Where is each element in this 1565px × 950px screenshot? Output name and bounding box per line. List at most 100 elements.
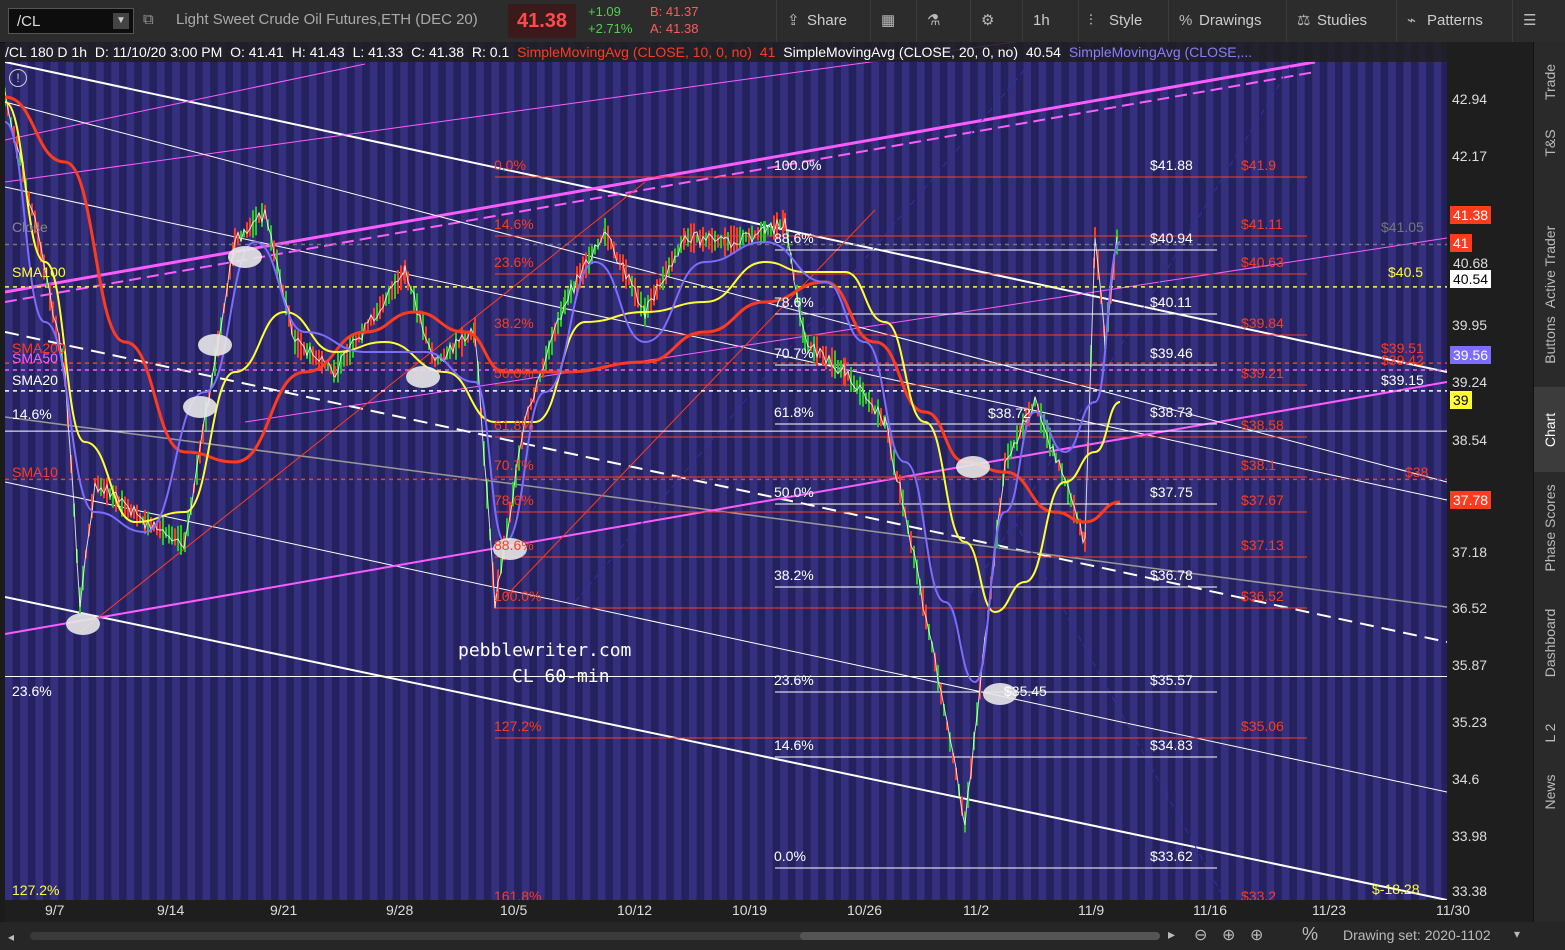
price-tick: 34.6 bbox=[1452, 771, 1480, 787]
tab-news[interactable]: News bbox=[1534, 762, 1565, 822]
session-stripe bbox=[765, 42, 773, 900]
session-stripe bbox=[461, 42, 469, 900]
price-tick: 42.17 bbox=[1452, 148, 1488, 164]
crosshair-icon[interactable]: ⊕ bbox=[1250, 925, 1263, 945]
share-button[interactable]: ⇪ Share bbox=[776, 0, 870, 42]
chart-canvas[interactable] bbox=[5, 42, 1447, 900]
fib-red-pct: 14.6% bbox=[494, 216, 534, 232]
scroll-left-icon[interactable]: ◂ bbox=[8, 930, 20, 944]
menu-button[interactable]: ☰ bbox=[1512, 0, 1565, 42]
fib-red-price: $38.58 bbox=[1241, 417, 1284, 433]
fib-white-price: $34.83 bbox=[1150, 737, 1193, 753]
pivot-marker bbox=[66, 613, 100, 635]
session-stripe bbox=[658, 42, 667, 900]
header-range: R: 0.1 bbox=[471, 44, 510, 60]
tab-dashboard[interactable]: Dashboard bbox=[1534, 584, 1565, 702]
low2-annotation: $35.45 bbox=[1004, 683, 1047, 699]
sma10-label: SMA10 bbox=[12, 464, 58, 480]
session-stripe bbox=[582, 42, 591, 900]
session-stripe bbox=[841, 42, 849, 900]
session-stripe bbox=[1084, 42, 1092, 900]
session-stripe bbox=[111, 42, 119, 900]
sma50-tag: 39.56 bbox=[1450, 346, 1492, 364]
share-icon: ⇪ bbox=[787, 12, 800, 29]
alert-icon[interactable]: ! bbox=[9, 69, 27, 87]
session-stripe bbox=[871, 42, 879, 900]
symbol-description: Light Sweet Crude Oil Futures,ETH (DEC 2… bbox=[176, 11, 478, 28]
header-low: L: 41.33 bbox=[352, 44, 404, 60]
fib-red-pct: 23.6% bbox=[494, 254, 534, 270]
tab-chart[interactable]: Chart bbox=[1534, 387, 1565, 472]
symbol-input[interactable]: /CL ▼ bbox=[8, 8, 134, 34]
fib-red-price: $39.21 bbox=[1241, 365, 1284, 381]
session-stripe bbox=[126, 42, 135, 900]
zoom-in-icon[interactable]: ⊕ bbox=[1222, 925, 1235, 945]
grid-button[interactable]: ▦ bbox=[870, 0, 916, 42]
fib-white-price: $40.94 bbox=[1150, 230, 1193, 246]
menu-icon: ☰ bbox=[1523, 12, 1537, 29]
fib-white-pct: 70.7% bbox=[774, 345, 814, 361]
settings-button[interactable]: ⚙ bbox=[970, 0, 1022, 42]
scrollbar-thumb[interactable] bbox=[800, 932, 1160, 940]
tab-active-trader[interactable]: Active Trader bbox=[1534, 226, 1565, 308]
session-stripe bbox=[628, 42, 636, 900]
header-sma20-value: 40.54 bbox=[1025, 44, 1061, 60]
tab-buttons[interactable]: Buttons bbox=[1534, 297, 1565, 382]
date-axis[interactable] bbox=[5, 900, 1533, 922]
flask-button[interactable]: ⚗ bbox=[916, 0, 970, 42]
date-tick: 9/28 bbox=[386, 902, 414, 918]
session-stripe bbox=[1069, 42, 1077, 900]
session-stripe bbox=[1388, 42, 1396, 900]
session-stripe bbox=[567, 42, 575, 900]
change-percent: +2.71% bbox=[588, 21, 633, 36]
chart-area[interactable] bbox=[5, 42, 1447, 900]
studies-icon: ⚖ bbox=[1297, 12, 1311, 29]
session-stripe bbox=[1053, 42, 1062, 900]
fib-146-label: 14.6% bbox=[12, 406, 52, 422]
level-neg: $-18.28 bbox=[1372, 881, 1420, 897]
fib-white-price: $37.75 bbox=[1150, 484, 1193, 500]
fib-white-pct: 38.2% bbox=[774, 567, 814, 583]
session-stripe bbox=[643, 42, 651, 900]
drawing-set-dropdown-icon[interactable]: ▾ bbox=[1514, 927, 1520, 941]
top-toolbar: /CL ▼ ⧉ Light Sweet Crude Oil Futures,ET… bbox=[0, 0, 1565, 43]
session-stripes bbox=[5, 42, 1442, 900]
fib-236-label: 23.6% bbox=[12, 683, 52, 699]
fib-red-pct: 50.0% bbox=[494, 365, 534, 381]
style-button[interactable]: ⫶ Style bbox=[1078, 0, 1168, 42]
sma200-tag: 37.78 bbox=[1450, 491, 1492, 509]
tab-t-s[interactable]: T&S bbox=[1534, 124, 1565, 162]
tab-label: Buttons bbox=[1542, 315, 1558, 364]
fib-red-pct: 78.6% bbox=[494, 492, 534, 508]
studies-button[interactable]: ⚖ Studies bbox=[1286, 0, 1396, 42]
date-tick: 9/7 bbox=[45, 902, 65, 918]
drawings-button[interactable]: % Drawings bbox=[1168, 0, 1286, 42]
tab-phase-scores[interactable]: Phase Scores bbox=[1534, 474, 1565, 582]
fib-red-price: $35.06 bbox=[1241, 718, 1284, 734]
session-stripe bbox=[157, 42, 165, 900]
tab-l-2[interactable]: L 2 bbox=[1534, 704, 1565, 762]
patterns-button[interactable]: ⌁ Patterns bbox=[1396, 0, 1512, 42]
horizontal-scrollbar[interactable] bbox=[30, 932, 1160, 940]
chevron-down-icon[interactable]: ▼ bbox=[113, 13, 129, 29]
studies-label: Studies bbox=[1317, 12, 1368, 29]
fib-white-price: $33.62 bbox=[1150, 848, 1193, 864]
tab-trade[interactable]: Trade bbox=[1534, 42, 1565, 122]
fib-white-price: $40.11 bbox=[1150, 294, 1192, 310]
drawing-percent-icon[interactable]: % bbox=[1302, 924, 1318, 945]
price-tick: 33.98 bbox=[1452, 828, 1488, 844]
date-tick: 10/19 bbox=[732, 902, 768, 918]
tab-label: Dashboard bbox=[1542, 608, 1558, 678]
link-icon[interactable]: ⧉ bbox=[143, 11, 154, 28]
scroll-right-icon[interactable]: ▸ bbox=[1168, 926, 1175, 943]
flask-icon: ⚗ bbox=[927, 12, 941, 29]
timeframe-button[interactable]: 1h bbox=[1022, 0, 1078, 42]
session-stripe bbox=[217, 42, 226, 900]
session-stripe bbox=[734, 42, 743, 900]
gear-icon: ⚙ bbox=[981, 12, 995, 29]
fib-red-price: $37.67 bbox=[1241, 492, 1284, 508]
header-open: O: 41.41 bbox=[230, 44, 284, 60]
date-tick: 11/30 bbox=[1436, 902, 1470, 918]
drawing-set-label[interactable]: Drawing set: 2020-1102 bbox=[1343, 927, 1491, 943]
zoom-out-icon[interactable]: ⊖ bbox=[1194, 925, 1207, 945]
